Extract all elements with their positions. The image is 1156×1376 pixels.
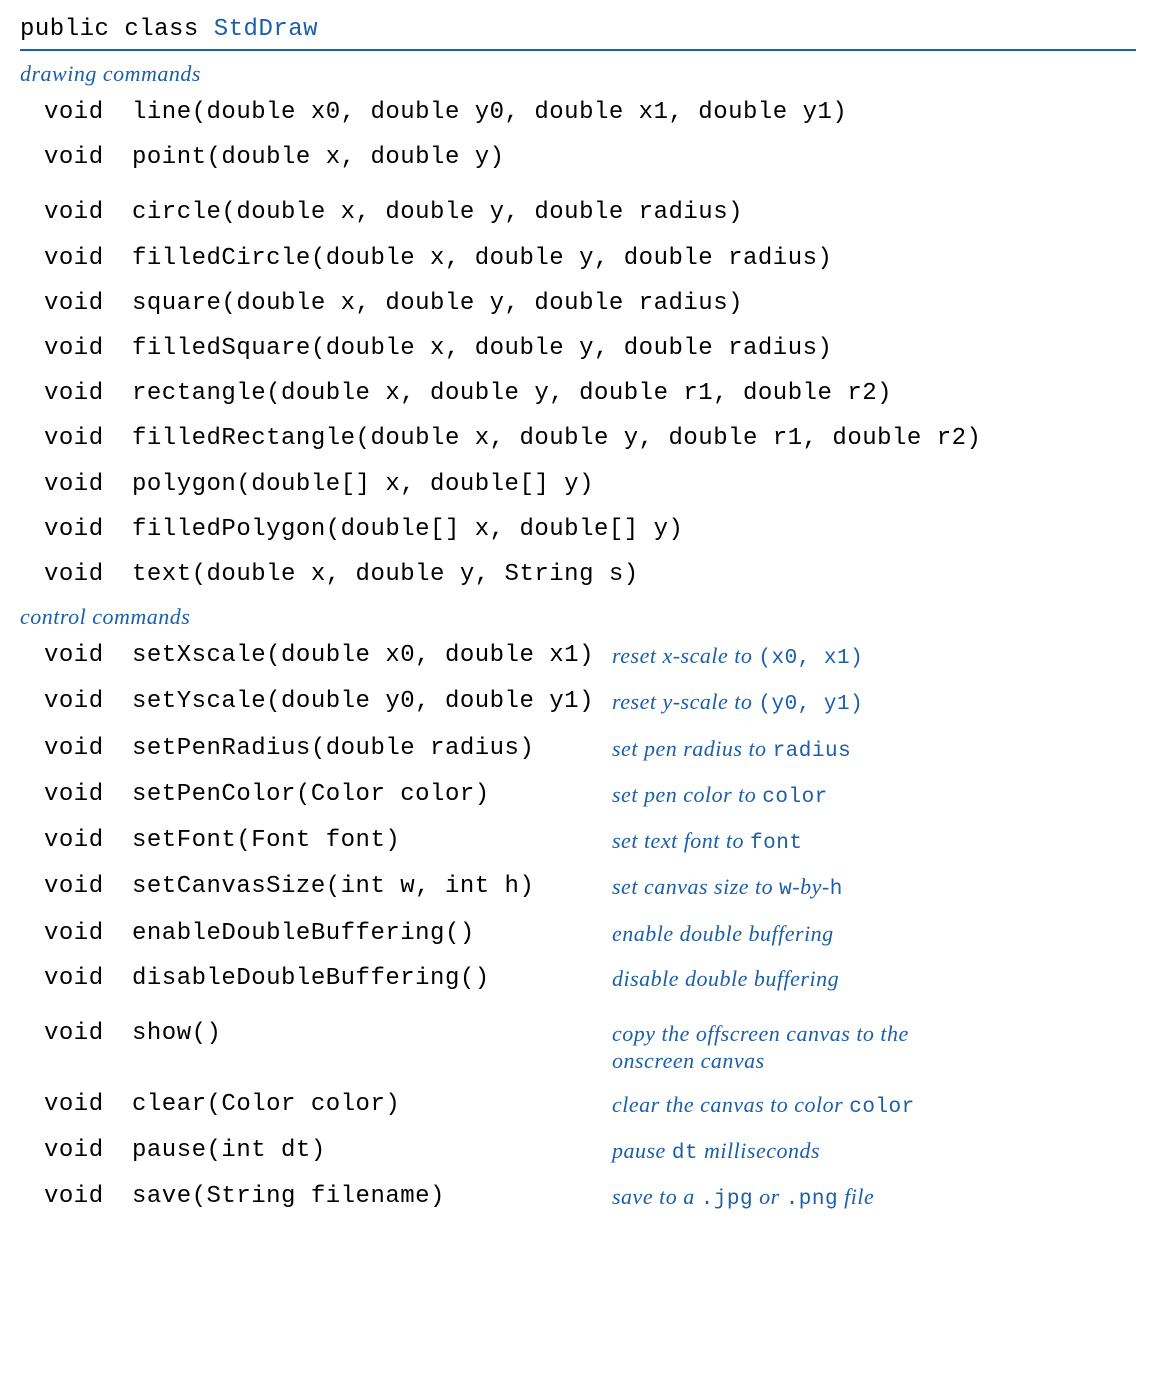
return-type: void: [44, 97, 132, 128]
return-type: void: [44, 779, 132, 810]
method-description: set canvas size to w-by-h: [612, 871, 843, 903]
method-description: set text font to font: [612, 825, 802, 857]
method-signature: setCanvasSize(int w, int h): [132, 871, 612, 902]
method-signature: square(double x, double y, double radius…: [132, 288, 743, 319]
method-description: clear the canvas to color color: [612, 1089, 915, 1121]
return-type: void: [44, 963, 132, 994]
method-signature: setFont(Font font): [132, 825, 612, 856]
method-signature: setXscale(double x0, double x1): [132, 640, 612, 671]
method-signature: setPenColor(Color color): [132, 779, 612, 810]
control-methods-list: voidsetXscale(double x0, double x1)reset…: [20, 640, 1136, 1214]
method-signature: line(double x0, double y0, double x1, do…: [132, 97, 847, 128]
method-description: reset y-scale to (y0, y1): [612, 686, 863, 718]
drawing-methods-list: voidline(double x0, double y0, double x1…: [20, 97, 1136, 590]
return-type: void: [44, 288, 132, 319]
method-signature: save(String filename): [132, 1181, 612, 1212]
method-description: set pen radius to radius: [612, 733, 851, 765]
return-type: void: [44, 825, 132, 856]
method-row: voidsave(String filename)save to a .jpg …: [44, 1181, 1136, 1213]
method-signature: polygon(double[] x, double[] y): [132, 469, 594, 500]
method-row: voidcircle(double x, double y, double ra…: [44, 197, 1136, 228]
return-type: void: [44, 559, 132, 590]
method-row: voidpause(int dt)pause dt milliseconds: [44, 1135, 1136, 1167]
return-type: void: [44, 1018, 132, 1049]
method-row: voidrectangle(double x, double y, double…: [44, 378, 1136, 409]
method-row: voidtext(double x, double y, String s): [44, 559, 1136, 590]
return-type: void: [44, 423, 132, 454]
return-type: void: [44, 686, 132, 717]
method-row: voidpolygon(double[] x, double[] y): [44, 469, 1136, 500]
class-header: public class StdDraw: [20, 16, 1136, 51]
class-keywords: public class: [20, 16, 214, 43]
method-row: voidsetFont(Font font)set text font to f…: [44, 825, 1136, 857]
return-type: void: [44, 142, 132, 173]
section-label-control: control commands: [20, 604, 1136, 630]
return-type: void: [44, 197, 132, 228]
method-row: voidsquare(double x, double y, double ra…: [44, 288, 1136, 319]
return-type: void: [44, 378, 132, 409]
return-type: void: [44, 918, 132, 949]
method-row: voidsetPenRadius(double radius)set pen r…: [44, 733, 1136, 765]
method-signature: filledRectangle(double x, double y, doub…: [132, 423, 981, 454]
method-signature: point(double x, double y): [132, 142, 505, 173]
method-signature: filledCircle(double x, double y, double …: [132, 243, 832, 274]
return-type: void: [44, 640, 132, 671]
method-description: reset x-scale to (x0, x1): [612, 640, 863, 672]
method-signature: pause(int dt): [132, 1135, 612, 1166]
method-description: save to a .jpg or .png file: [612, 1181, 874, 1213]
method-signature: circle(double x, double y, double radius…: [132, 197, 743, 228]
method-row: voidshow()copy the offscreen canvas to t…: [44, 1018, 1136, 1075]
method-row: voidline(double x0, double y0, double x1…: [44, 97, 1136, 128]
method-signature: text(double x, double y, String s): [132, 559, 639, 590]
return-type: void: [44, 1181, 132, 1212]
method-description: disable double buffering: [612, 963, 839, 993]
method-signature: disableDoubleBuffering(): [132, 963, 612, 994]
return-type: void: [44, 243, 132, 274]
method-signature: setPenRadius(double radius): [132, 733, 612, 764]
return-type: void: [44, 1135, 132, 1166]
section-label-drawing: drawing commands: [20, 61, 1136, 87]
method-row: voiddisableDoubleBuffering()disable doub…: [44, 963, 1136, 994]
method-row: voidsetYscale(double y0, double y1)reset…: [44, 686, 1136, 718]
return-type: void: [44, 733, 132, 764]
method-description: copy the offscreen canvas to the onscree…: [612, 1018, 972, 1075]
method-description: set pen color to color: [612, 779, 828, 811]
method-row: voidsetCanvasSize(int w, int h)set canva…: [44, 871, 1136, 903]
method-signature: setYscale(double y0, double y1): [132, 686, 612, 717]
method-signature: show(): [132, 1018, 612, 1049]
class-name: StdDraw: [214, 16, 318, 43]
method-signature: enableDoubleBuffering(): [132, 918, 612, 949]
method-row: voidsetPenColor(Color color)set pen colo…: [44, 779, 1136, 811]
method-signature: rectangle(double x, double y, double r1,…: [132, 378, 892, 409]
method-description: pause dt milliseconds: [612, 1135, 820, 1167]
method-signature: clear(Color color): [132, 1089, 612, 1120]
return-type: void: [44, 514, 132, 545]
method-description: enable double buffering: [612, 918, 834, 948]
method-row: voidclear(Color color)clear the canvas t…: [44, 1089, 1136, 1121]
method-row: voidfilledCircle(double x, double y, dou…: [44, 243, 1136, 274]
method-row: voidpoint(double x, double y): [44, 142, 1136, 173]
return-type: void: [44, 469, 132, 500]
return-type: void: [44, 871, 132, 902]
method-row: voidfilledPolygon(double[] x, double[] y…: [44, 514, 1136, 545]
method-row: voidsetXscale(double x0, double x1)reset…: [44, 640, 1136, 672]
return-type: void: [44, 333, 132, 364]
return-type: void: [44, 1089, 132, 1120]
method-row: voidfilledSquare(double x, double y, dou…: [44, 333, 1136, 364]
method-signature: filledSquare(double x, double y, double …: [132, 333, 832, 364]
method-signature: filledPolygon(double[] x, double[] y): [132, 514, 683, 545]
method-row: voidfilledRectangle(double x, double y, …: [44, 423, 1136, 454]
method-row: voidenableDoubleBuffering()enable double…: [44, 918, 1136, 949]
